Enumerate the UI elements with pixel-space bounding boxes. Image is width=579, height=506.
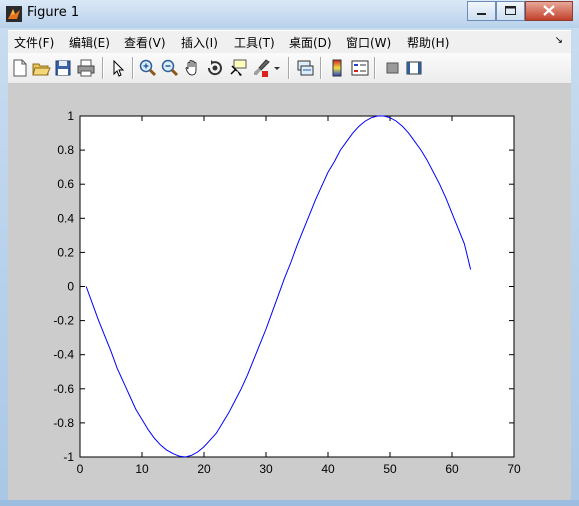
line-chart: 0 10 20 30 40 50 60 70 -1 -0.8 -0.6 -0.4 -0.2 0 0.2 0.4…: [53, 109, 521, 476]
rotate-3d-icon[interactable]: [205, 58, 225, 78]
print-icon[interactable]: [76, 58, 96, 78]
maximize-icon: [505, 6, 516, 15]
zoom-in-icon[interactable]: [138, 58, 158, 78]
title-bar[interactable]: Figure 1: [0, 0, 579, 28]
open-file-icon[interactable]: [31, 58, 51, 78]
menu-desktop[interactable]: 桌面(D): [289, 34, 332, 51]
minimize-button[interactable]: [467, 1, 496, 21]
window-controls: [467, 1, 573, 21]
menu-help[interactable]: 帮助(H): [407, 34, 449, 51]
y-tick-label: -0.4: [53, 348, 74, 362]
menu-bar: 文件(F) 编辑(E) 查看(V) 插入(I) 工具(T) 桌面(D) 窗口(W…: [8, 30, 571, 53]
brush-icon[interactable]: [251, 58, 271, 78]
y-tick-label: 0.2: [57, 245, 74, 259]
save-icon[interactable]: [53, 58, 73, 78]
figure-canvas: 0 10 20 30 40 50 60 70 -1 -0.8 -0.6 -0.4 -0.2 0 0.2 0.4…: [8, 84, 571, 500]
pan-hand-icon[interactable]: [183, 58, 203, 78]
y-tick-label: -0.6: [53, 382, 74, 396]
x-tick-label: 50: [383, 462, 397, 476]
y-tick-label: 0: [67, 280, 74, 294]
figure-window: Figure 1 文件(F) 编辑(E) 查看(V) 插入(I) 工具(T) 桌…: [0, 0, 579, 506]
menu-file[interactable]: 文件(F): [14, 34, 54, 51]
insert-legend-icon[interactable]: [350, 58, 370, 78]
pointer-icon[interactable]: [108, 58, 128, 78]
zoom-out-icon[interactable]: [160, 58, 180, 78]
brush-dropdown-icon[interactable]: [272, 58, 282, 78]
x-tick-label: 10: [135, 462, 149, 476]
show-plot-tools-icon[interactable]: [404, 58, 424, 78]
x-tick-label: 40: [321, 462, 335, 476]
hide-plot-tools-icon[interactable]: [382, 58, 402, 78]
y-tick-label: 0.6: [57, 177, 74, 191]
y-tick-label: 0.4: [57, 211, 74, 225]
close-button[interactable]: [525, 1, 573, 21]
menu-window[interactable]: 窗口(W): [346, 34, 391, 51]
y-tick-label: -0.8: [53, 416, 74, 430]
menu-insert[interactable]: 插入(I): [181, 34, 218, 51]
y-tick-label: 1: [67, 109, 74, 123]
close-icon: [543, 5, 555, 16]
new-figure-icon[interactable]: [10, 58, 30, 78]
window-title: Figure 1: [27, 5, 80, 20]
menu-dock-arrow-icon[interactable]: ↘: [555, 35, 563, 46]
matlab-icon: [6, 6, 22, 22]
x-tick-label: 60: [445, 462, 459, 476]
menu-view[interactable]: 查看(V): [124, 34, 166, 51]
data-cursor-icon[interactable]: [228, 58, 248, 78]
link-plot-icon[interactable]: [295, 58, 315, 78]
y-tick-label: -0.2: [53, 314, 74, 328]
menu-edit[interactable]: 编辑(E): [69, 34, 110, 51]
figure-toolbar: [8, 53, 571, 84]
y-tick-label: 0.8: [57, 143, 74, 157]
menu-tools[interactable]: 工具(T): [234, 34, 275, 51]
maximize-button[interactable]: [496, 1, 525, 21]
x-tick-label: 20: [197, 462, 211, 476]
y-tick-label: -1: [63, 450, 74, 464]
window-bottom-border: [0, 500, 579, 506]
axes-box: [79, 115, 515, 458]
x-tick-label: 70: [507, 462, 521, 476]
x-tick-label: 0: [77, 462, 84, 476]
insert-colorbar-icon[interactable]: [327, 58, 347, 78]
minimize-icon: [477, 13, 486, 15]
x-tick-label: 30: [259, 462, 273, 476]
